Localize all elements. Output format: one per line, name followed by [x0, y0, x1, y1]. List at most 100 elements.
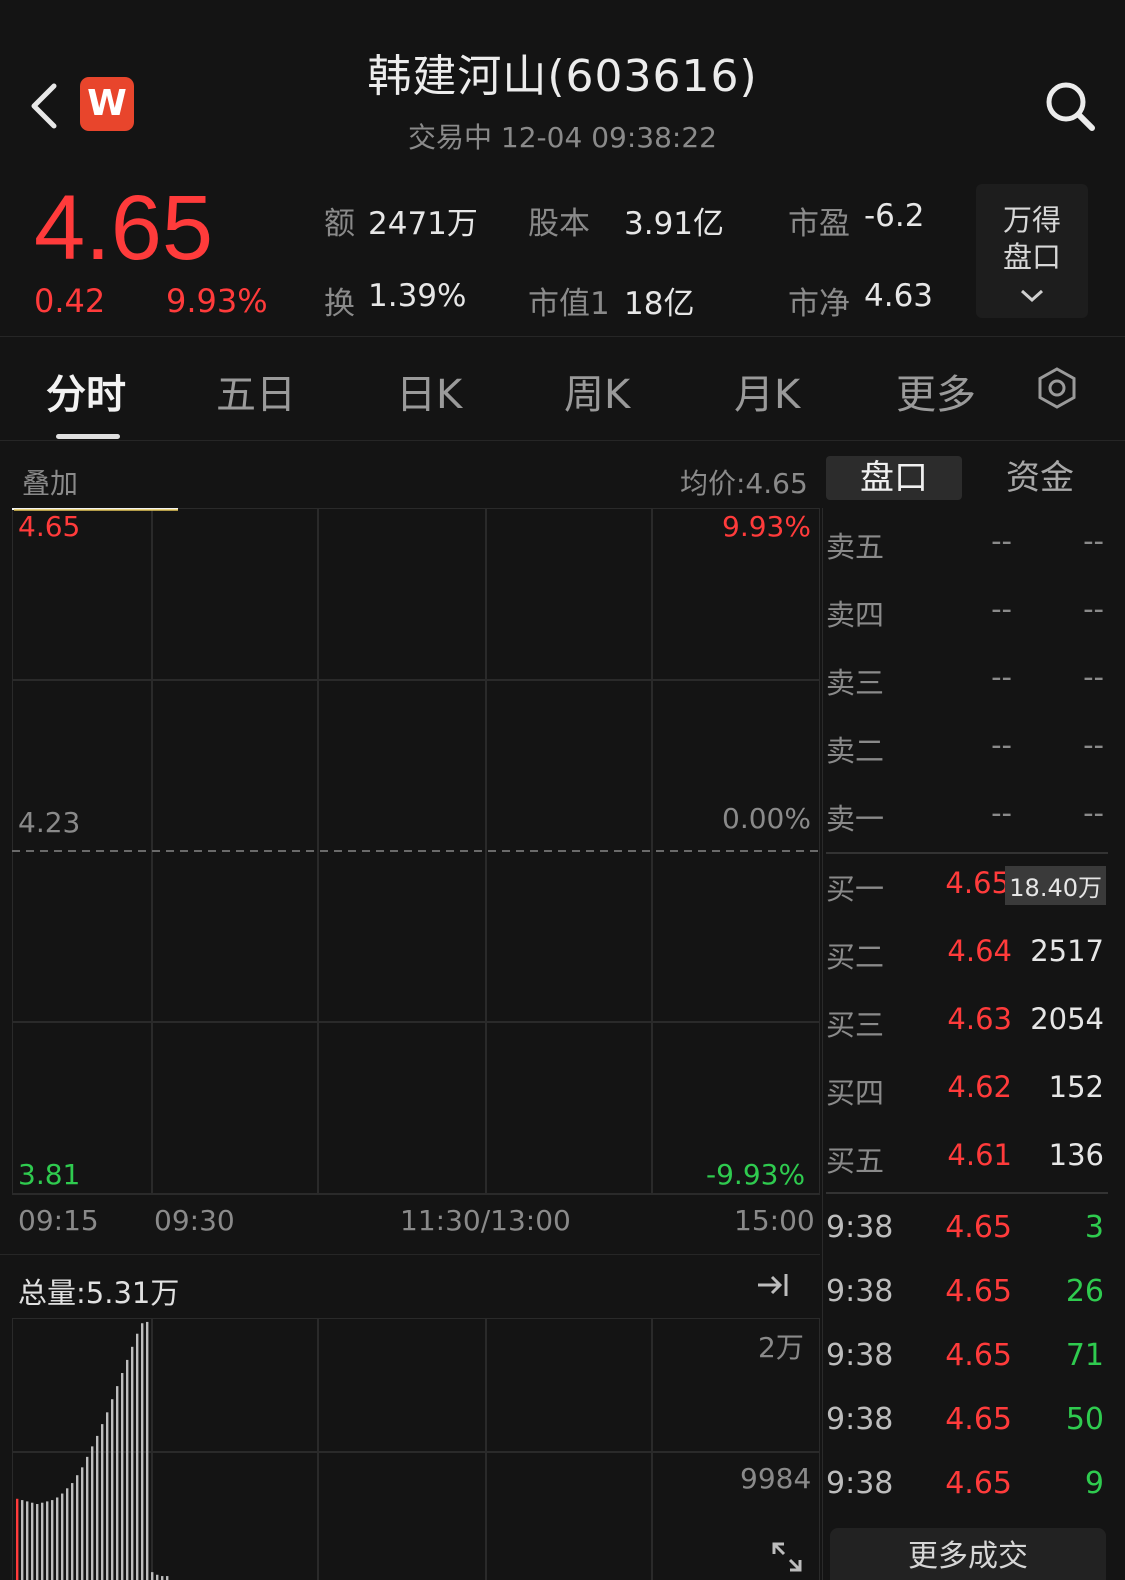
volume-bar — [141, 1323, 144, 1580]
price-change-pct: 9.93% — [166, 282, 268, 320]
pct-axis-top: 9.93% — [722, 510, 811, 543]
tab-capital[interactable]: 资金 — [972, 456, 1108, 500]
volume-bar — [56, 1497, 59, 1580]
level-name: 买四 — [826, 1076, 885, 1110]
level-volume: 136 — [1048, 1138, 1104, 1172]
level-name: 卖四 — [826, 598, 885, 632]
price-change: 0.42 — [34, 282, 106, 320]
orderbook-ask-row[interactable]: 卖一 -- -- — [826, 784, 1108, 844]
pct-axis-bottom: -9.93% — [706, 1158, 806, 1191]
chart-settings-button[interactable] — [1036, 366, 1078, 414]
level-name: 卖二 — [826, 734, 885, 768]
trade-volume: 71 — [1065, 1338, 1104, 1373]
trade-status: 交易中 12-04 09:38:22 — [408, 121, 717, 154]
tab-more[interactable]: 更多 — [896, 362, 976, 420]
settings-icon — [1038, 367, 1076, 409]
orderbook-bid-row[interactable]: 买一 4.65 18.40万 — [826, 854, 1108, 914]
stat-value: 2471万 — [368, 206, 478, 242]
more-trades-button[interactable]: 更多成交 — [830, 1528, 1106, 1580]
tab-orderbook[interactable]: 盘口 — [826, 456, 962, 500]
volume-axis-top: 2万 — [758, 1331, 804, 1364]
level-name: 卖五 — [826, 530, 885, 564]
trade-time: 9:38 — [826, 1402, 894, 1437]
tab-intraday[interactable]: 分时 — [46, 362, 126, 420]
orderbook-bid-row[interactable]: 买二 4.64 2517 — [826, 922, 1108, 982]
volume-bar — [61, 1493, 64, 1580]
volume-bar — [151, 1572, 154, 1580]
level-price: -- — [991, 796, 1012, 830]
price-axis-bottom: 3.81 — [18, 1158, 81, 1191]
volume-bar — [81, 1467, 84, 1580]
level-name: 卖一 — [826, 802, 885, 836]
stat-value: 3.91亿 — [624, 206, 725, 242]
total-volume: 总量:5.31万 — [18, 1276, 180, 1310]
volume-bar — [16, 1498, 19, 1580]
volume-bar — [101, 1424, 104, 1580]
trade-volume: 50 — [1065, 1402, 1104, 1437]
tab-five-day[interactable]: 五日 — [216, 362, 296, 420]
orderbook-bid-row[interactable]: 买三 4.63 2054 — [826, 990, 1108, 1050]
level-volume: -- — [1083, 524, 1104, 558]
volume-bar — [136, 1333, 139, 1580]
price-chart-grid — [12, 508, 820, 1195]
volume-chart — [12, 1318, 820, 1580]
volume-bar — [86, 1456, 89, 1580]
orderbook-ask-row[interactable]: 卖二 -- -- — [826, 716, 1108, 776]
tab-monthly-k[interactable]: 月K — [734, 362, 800, 420]
level-volume: 2517 — [1030, 934, 1104, 968]
volume-bar — [106, 1412, 109, 1580]
stock-title: 韩建河山(603616) — [367, 51, 758, 102]
time-label: 11:30/13:00 — [400, 1204, 571, 1237]
trade-price: 4.65 — [945, 1274, 1012, 1309]
orderbook-ask-row[interactable]: 卖五 -- -- — [826, 512, 1108, 572]
wind-button-line2: 盘口 — [1002, 240, 1061, 274]
time-label: 09:15 — [18, 1204, 99, 1237]
orderbook-bid-row[interactable]: 买五 4.61 136 — [826, 1126, 1108, 1186]
level-name: 买五 — [826, 1144, 885, 1178]
wind-orderbook-button[interactable]: 万得 盘口 — [976, 184, 1088, 318]
volume-bar — [91, 1446, 94, 1580]
level-price: -- — [991, 728, 1012, 762]
tab-daily-k[interactable]: 日K — [396, 362, 462, 420]
overlay-button[interactable]: 叠加 — [22, 462, 78, 502]
time-label: 15:00 — [734, 1204, 815, 1237]
volume-bar — [36, 1504, 39, 1580]
time-label: 09:30 — [154, 1204, 235, 1237]
volume-bar — [161, 1576, 164, 1580]
volume-bar — [116, 1386, 119, 1580]
level-name: 买一 — [826, 872, 885, 906]
avg-price: 均价:4.65 — [680, 467, 808, 500]
trade-price: 4.65 — [945, 1402, 1012, 1437]
stat-value: 4.63 — [864, 278, 934, 314]
level-name: 买三 — [826, 1008, 885, 1042]
search-icon — [1046, 82, 1095, 131]
divider — [826, 1192, 1108, 1194]
orderbook-bid-row[interactable]: 买四 4.62 152 — [826, 1058, 1108, 1118]
pct-axis-mid: 0.00% — [722, 802, 811, 835]
level-price: 4.61 — [947, 1138, 1012, 1172]
search-button[interactable] — [1042, 78, 1098, 134]
level-volume: -- — [1083, 660, 1104, 694]
volume-bar — [126, 1359, 129, 1580]
divider — [822, 508, 823, 1580]
volume-bar — [131, 1346, 134, 1580]
collapse-volume-button[interactable] — [756, 1270, 790, 1304]
volume-bar — [46, 1501, 49, 1580]
trade-row: 9:38 4.65 26 — [826, 1264, 1108, 1324]
volume-bar — [146, 1321, 149, 1580]
trade-time: 9:38 — [826, 1274, 894, 1309]
trade-row: 9:38 4.65 71 — [826, 1328, 1108, 1388]
trade-row: 9:38 4.65 9 — [826, 1456, 1108, 1516]
expand-chart-button[interactable] — [770, 1540, 804, 1578]
trade-price: 4.65 — [945, 1338, 1012, 1373]
level-volume: -- — [1083, 592, 1104, 626]
orderbook-ask-row[interactable]: 卖四 -- -- — [826, 580, 1108, 640]
volume-bar — [31, 1502, 34, 1580]
price-axis-mid: 4.23 — [18, 806, 81, 839]
last-price: 4.65 — [34, 177, 214, 279]
level-volume: 152 — [1048, 1070, 1104, 1104]
volume-axis-mid: 9984 — [740, 1462, 812, 1495]
orderbook-ask-row[interactable]: 卖三 -- -- — [826, 648, 1108, 708]
level-price: -- — [991, 592, 1012, 626]
tab-weekly-k[interactable]: 周K — [564, 362, 630, 420]
